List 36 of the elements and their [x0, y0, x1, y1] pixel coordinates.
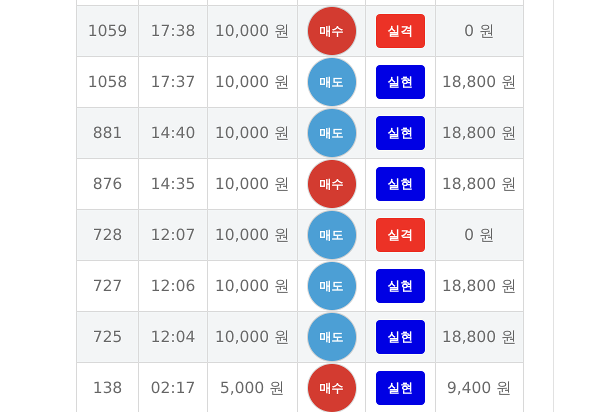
result-badge: 실격 — [376, 14, 425, 48]
trade-number: 728 — [77, 210, 139, 261]
payout-amount: 0 원 — [436, 6, 524, 57]
trade-time: 14:40 — [139, 108, 208, 159]
trade-side-badge: 매도 — [308, 313, 356, 361]
trade-side-badge: 매도 — [308, 58, 356, 106]
trade-side-badge: 매수 — [308, 7, 356, 55]
trade-amount: 10,000 원 — [208, 312, 298, 363]
trade-number: 138 — [77, 363, 139, 412]
trade-side-badge: 매도 — [308, 262, 356, 310]
result-badge: 실현 — [376, 167, 425, 201]
payout-amount: 18,800 원 — [436, 108, 524, 159]
payout-amount: 18,800 원 — [436, 312, 524, 363]
result-badge: 실격 — [376, 218, 425, 252]
result-badge: 실현 — [376, 116, 425, 150]
trade-amount: 10,000 원 — [208, 210, 298, 261]
payout-amount: 0 원 — [436, 210, 524, 261]
result-badge: 실현 — [376, 269, 425, 303]
result-badge: 실현 — [376, 371, 425, 405]
result-badge: 실현 — [376, 65, 425, 99]
trade-time: 02:17 — [139, 363, 208, 412]
trade-amount: 10,000 원 — [208, 108, 298, 159]
trade-amount: 10,000 원 — [208, 6, 298, 57]
trade-side-badge: 매도 — [308, 109, 356, 157]
trade-side-badge: 매수 — [308, 160, 356, 208]
trade-time: 17:38 — [139, 6, 208, 57]
trade-time: 12:07 — [139, 210, 208, 261]
trade-amount: 5,000 원 — [208, 363, 298, 412]
trade-time: 12:04 — [139, 312, 208, 363]
trade-side-badge: 매수 — [308, 364, 356, 412]
trade-number: 881 — [77, 108, 139, 159]
payout-amount: 9,400 원 — [436, 363, 524, 412]
trade-number: 1059 — [77, 6, 139, 57]
trade-side-badge: 매도 — [308, 211, 356, 259]
result-badge: 실현 — [376, 320, 425, 354]
trade-number: 725 — [77, 312, 139, 363]
